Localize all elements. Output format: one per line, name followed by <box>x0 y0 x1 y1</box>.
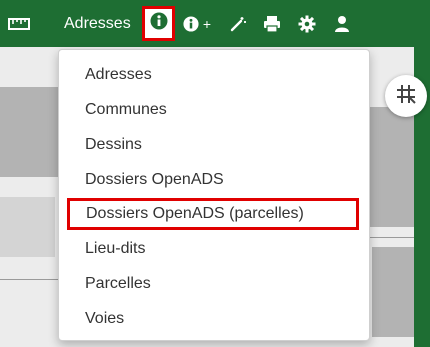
draw-button[interactable] <box>223 0 253 47</box>
ruler-icon <box>8 17 30 31</box>
magic-wand-icon <box>229 16 247 32</box>
map-road-line <box>370 237 414 238</box>
map-parcel <box>0 197 55 257</box>
menu-item-dossiers-openads-parcelles[interactable]: Dossiers OpenADS (parcelles) <box>67 198 359 230</box>
menu-item-dossiers-openads[interactable]: Dossiers OpenADS <box>85 165 224 195</box>
info-button[interactable] <box>142 6 175 41</box>
user-icon <box>334 15 350 33</box>
map-road-line <box>0 279 60 280</box>
menu-item-communes[interactable]: Communes <box>85 95 167 125</box>
menu-item-parcelles[interactable]: Parcelles <box>85 269 151 299</box>
menu-item-voies[interactable]: Voies <box>85 304 124 334</box>
top-toolbar: Adresses + <box>0 0 430 47</box>
info-plus-button[interactable]: + <box>180 0 214 47</box>
info-plus-label: + <box>202 15 212 32</box>
print-icon <box>263 15 281 33</box>
settings-icon <box>298 15 316 33</box>
user-button[interactable] <box>326 0 358 47</box>
print-button[interactable] <box>256 0 288 47</box>
settings-button[interactable] <box>291 0 323 47</box>
menu-item-adresses[interactable]: Adresses <box>85 60 152 90</box>
info-plus-icon: + <box>183 16 211 32</box>
search-input[interactable]: Adresses <box>64 0 144 47</box>
layer-dropdown-menu: Adresses Communes Dessins Dossiers OpenA… <box>58 49 370 341</box>
menu-item-dessins[interactable]: Dessins <box>85 130 142 160</box>
map-parcel <box>0 87 60 177</box>
grid-toggle-button[interactable] <box>385 75 427 117</box>
grid-icon <box>395 83 417 110</box>
info-icon <box>150 12 168 35</box>
map-parcel <box>370 107 414 227</box>
menu-item-lieu-dits[interactable]: Lieu-dits <box>85 234 145 264</box>
measure-button[interactable] <box>2 0 36 47</box>
map-parcel <box>372 247 414 337</box>
